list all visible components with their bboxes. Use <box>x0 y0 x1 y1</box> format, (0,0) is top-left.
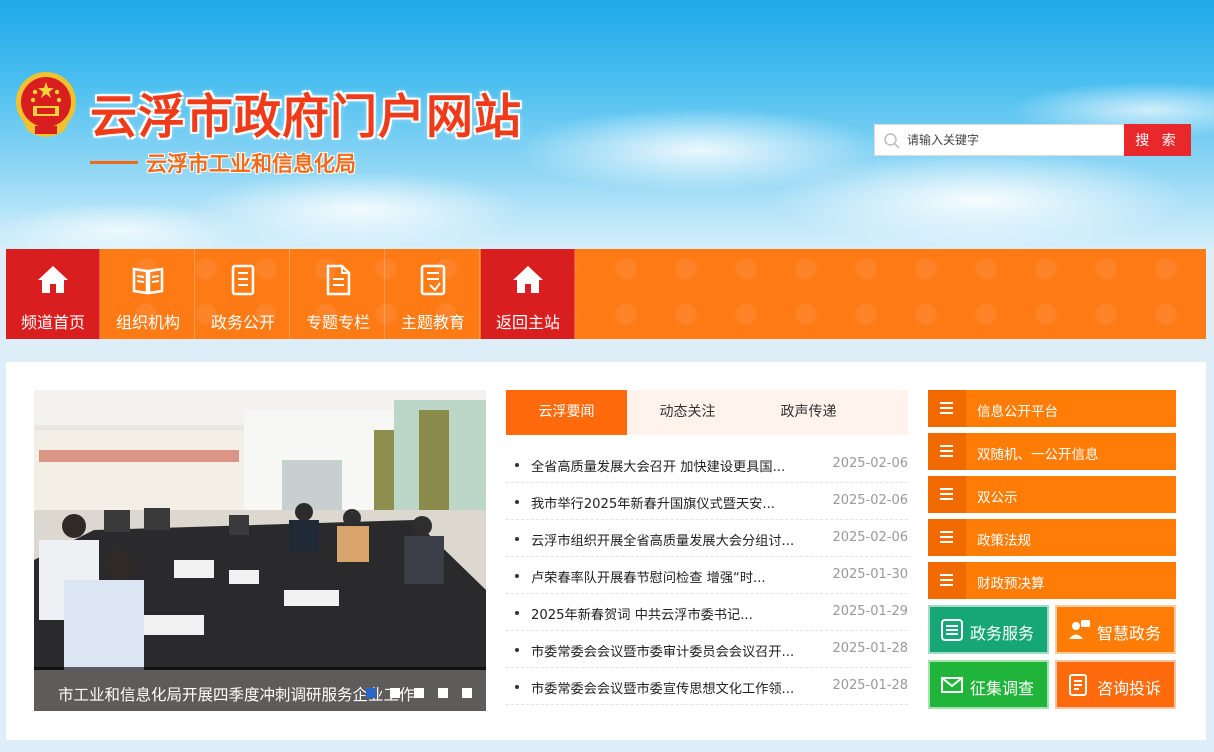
side-link-label: 政策法规 <box>977 533 1031 549</box>
nav-item-return-main-site[interactable]: 返回主站 <box>481 249 575 339</box>
nav-item-special-topics[interactable]: 专题专栏 <box>291 249 385 339</box>
tab-government-voice[interactable]: 政声传递 <box>748 390 869 435</box>
list-icon <box>928 390 966 427</box>
list-icon <box>928 476 966 513</box>
side-link-label: 信息公开平台 <box>977 404 1058 420</box>
list-item[interactable]: 卢荣春率队开展春节慰问检查 增强“时... 2025-01-30 <box>506 557 908 594</box>
news-title[interactable]: 市委常委会会议暨市委宣传思想文化工作领... <box>531 678 821 697</box>
bullet <box>515 685 519 689</box>
user-chat-icon <box>1069 620 1090 639</box>
list-item[interactable]: 全省高质量发展大会召开 加快建设更具国... 2025-02-06 <box>506 446 908 483</box>
side-link-double-random[interactable]: 双随机、一公开信息 <box>928 433 1176 470</box>
side-link-label: 双公示 <box>977 490 1018 506</box>
side-link-info-disclosure[interactable]: 信息公开平台 <box>928 390 1176 427</box>
search-button[interactable]: 搜 索 <box>1124 124 1191 156</box>
home-icon <box>38 266 68 293</box>
tile-smart-government[interactable]: 智慧政务 <box>1055 605 1176 654</box>
nav-item-theme-education[interactable]: 主题教育 <box>386 249 480 339</box>
nav-item-government-affairs[interactable]: 政务公开 <box>196 249 290 339</box>
nav-item-organization[interactable]: 组织机构 <box>101 249 195 339</box>
tile-consult-complain[interactable]: 咨询投诉 <box>1055 660 1176 709</box>
tab-yunfu-news[interactable]: 云浮要闻 <box>506 390 627 435</box>
side-link-policies[interactable]: 政策法规 <box>928 519 1176 556</box>
news-date: 2025-01-28 <box>832 641 908 656</box>
nav-label: 返回主站 <box>495 313 560 332</box>
nav-label: 组织机构 <box>115 313 180 332</box>
list-item[interactable]: 市委常委会会议暨市委宣传思想文化工作领... 2025-01-28 <box>506 668 908 705</box>
tab-dynamic-focus[interactable]: 动态关注 <box>627 390 748 435</box>
news-title[interactable]: 2025年新春贺词 中共云浮市委书记... <box>531 604 821 623</box>
nav-label: 政务公开 <box>210 313 275 332</box>
slide-dot[interactable] <box>390 688 400 698</box>
bullet <box>515 500 519 504</box>
main-content: 市工业和信息化局开展四季度冲刺调研服务企业工作 云浮要闻 动态关注 政声传递 全… <box>6 362 1206 740</box>
news-title[interactable]: 全省高质量发展大会召开 加快建设更具国... <box>531 456 821 475</box>
news-title[interactable]: 我市举行2025年新春升国旗仪式暨天安... <box>531 493 821 512</box>
side-link-budget[interactable]: 财政预决算 <box>928 562 1176 599</box>
side-link-label: 双随机、一公开信息 <box>977 447 1099 463</box>
tile-label: 智慧政务 <box>1097 624 1162 643</box>
news-date: 2025-01-29 <box>832 604 908 619</box>
main-nav: 频道首页 组织机构 政务公开 专题专栏 主题教育 返回主站 <box>6 249 1206 339</box>
list-icon <box>928 519 966 556</box>
bullet <box>515 537 519 541</box>
site-title: 云浮市政府门户网站 <box>90 90 522 145</box>
news-date: 2025-01-28 <box>832 678 908 693</box>
nav-label: 主题教育 <box>400 313 465 332</box>
meeting-photo <box>34 390 486 711</box>
side-link-double-publicity[interactable]: 双公示 <box>928 476 1176 513</box>
document-icon <box>231 264 255 296</box>
list-icon <box>928 562 966 599</box>
search-input[interactable] <box>907 129 1119 151</box>
bullet <box>515 648 519 652</box>
slide-dot[interactable] <box>462 688 472 698</box>
bullet <box>515 463 519 467</box>
home-icon <box>513 266 543 293</box>
slide-dot[interactable] <box>414 688 424 698</box>
news-list: 全省高质量发展大会召开 加快建设更具国... 2025-02-06 我市举行20… <box>506 446 908 705</box>
mail-icon <box>941 677 963 693</box>
news-date: 2025-02-06 <box>832 530 908 545</box>
search-icon <box>884 133 900 149</box>
news-title[interactable]: 市委常委会会议暨市委审计委员会会议召开... <box>531 641 821 660</box>
tile-survey[interactable]: 征集调查 <box>928 660 1049 709</box>
list-icon <box>928 433 966 470</box>
search-box <box>874 124 1125 156</box>
news-date: 2025-02-06 <box>832 456 908 471</box>
news-tabs: 云浮要闻 动态关注 政声传递 <box>506 390 908 435</box>
news-title[interactable]: 卢荣春率队开展春节慰问检查 增强“时... <box>531 567 821 586</box>
news-title[interactable]: 云浮市组织开展全省高质量发展大会分组讨... <box>531 530 821 549</box>
file-icon <box>326 264 351 296</box>
list-item[interactable]: 我市举行2025年新春升国旗仪式暨天安... 2025-02-06 <box>506 483 908 520</box>
service-list-icon <box>941 619 963 641</box>
nav-label: 频道首页 <box>20 313 85 332</box>
list-item[interactable]: 云浮市组织开展全省高质量发展大会分组讨... 2025-02-06 <box>506 520 908 557</box>
news-date: 2025-01-30 <box>832 567 908 582</box>
nav-label: 专题专栏 <box>305 313 370 332</box>
news-slideshow[interactable]: 市工业和信息化局开展四季度冲刺调研服务企业工作 <box>34 390 486 711</box>
book-icon <box>132 267 164 295</box>
department-title: 云浮市工业和信息化局 <box>146 152 356 176</box>
news-date: 2025-02-06 <box>832 493 908 508</box>
tile-label: 政务服务 <box>970 624 1035 643</box>
edit-document-icon <box>1069 674 1087 696</box>
list-item[interactable]: 市委常委会会议暨市委审计委员会会议召开... 2025-01-28 <box>506 631 908 668</box>
title-dash <box>90 161 138 164</box>
side-link-label: 财政预决算 <box>977 576 1045 592</box>
tile-label: 咨询投诉 <box>1097 679 1162 698</box>
list-item[interactable]: 2025年新春贺词 中共云浮市委书记... 2025-01-29 <box>506 594 908 631</box>
notebook-icon <box>420 264 446 296</box>
slide-dot[interactable] <box>438 688 448 698</box>
tile-label: 征集调查 <box>970 679 1035 698</box>
bullet <box>515 574 519 578</box>
bullet <box>515 611 519 615</box>
slide-dot[interactable] <box>366 688 376 698</box>
tile-government-service[interactable]: 政务服务 <box>928 605 1049 654</box>
national-emblem-icon <box>16 72 76 137</box>
nav-item-channel-home[interactable]: 频道首页 <box>6 249 100 339</box>
